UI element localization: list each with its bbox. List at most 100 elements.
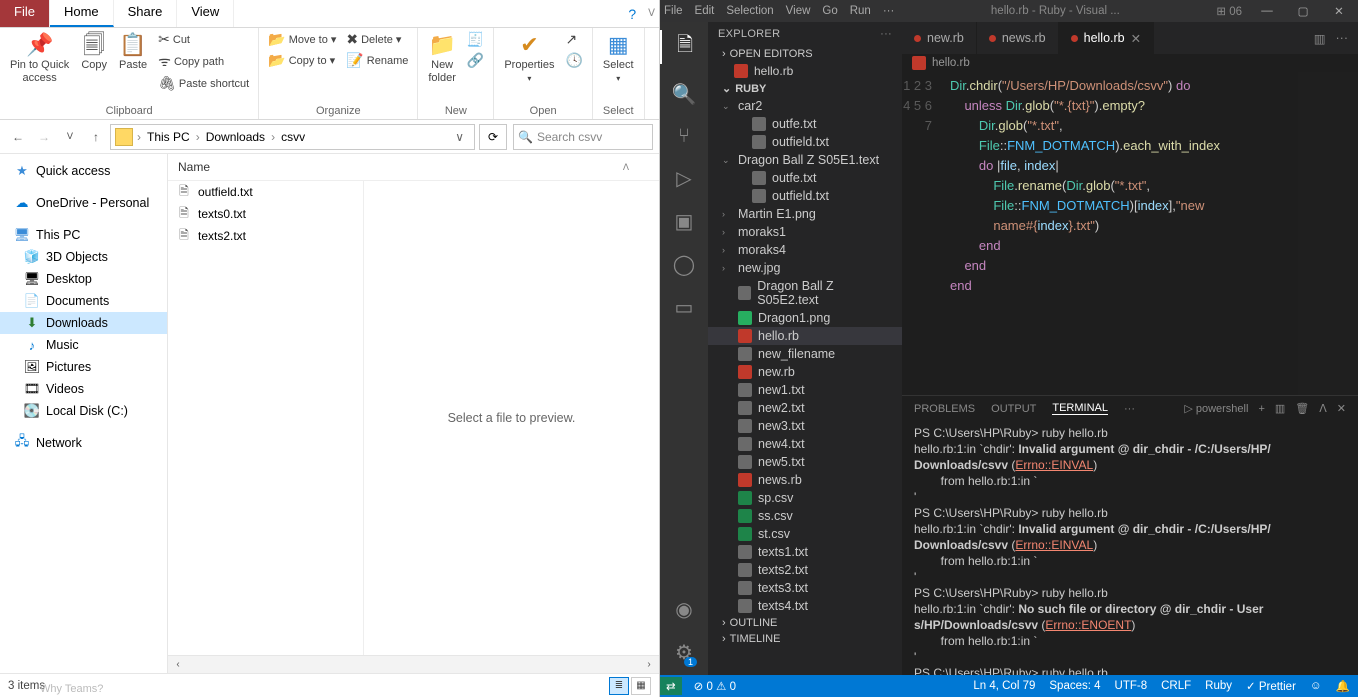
refresh-button[interactable]: ⟳ — [479, 124, 507, 150]
editor-breadcrumb[interactable]: hello.rb — [902, 54, 1358, 72]
editor-tab[interactable]: news.rb — [977, 22, 1059, 54]
tree-item[interactable]: Dragon Ball Z S05E2.text — [708, 277, 902, 309]
tree-item[interactable]: outfield.txt — [708, 133, 902, 151]
menu-item[interactable]: Selection — [726, 5, 773, 17]
activity-scm-icon[interactable]: ⑂ — [678, 125, 690, 148]
status-prettier[interactable]: ✓ Prettier — [1246, 679, 1296, 693]
tab-home[interactable]: Home — [50, 0, 114, 27]
tree-item[interactable]: ⌄Dragon Ball Z S05E1.text — [708, 151, 902, 169]
editor-more-icon[interactable]: ··· — [1336, 31, 1349, 45]
tree-item[interactable]: texts1.txt — [708, 543, 902, 561]
code-editor[interactable]: 1 2 3 4 5 6 7 Dir.chdir("/Users/HP/Downl… — [902, 72, 1358, 395]
tree-item[interactable]: news.rb — [708, 471, 902, 489]
close-button[interactable]: ✕ — [1324, 4, 1354, 18]
status-lncol[interactable]: Ln 4, Col 79 — [973, 679, 1035, 693]
tree-item[interactable]: new3.txt — [708, 417, 902, 435]
tree-item[interactable]: ss.csv — [708, 507, 902, 525]
status-bell-icon[interactable]: 🔔 — [1336, 679, 1350, 693]
nav-pictures[interactable]: 🖼Pictures — [0, 356, 167, 378]
activity-settings-icon[interactable]: ⚙ — [675, 640, 693, 665]
activity-extensions-icon[interactable]: ▣ — [675, 209, 694, 234]
nav-quick-access[interactable]: ★Quick access — [0, 160, 167, 182]
activity-explorer-icon[interactable]: 🗎 — [660, 30, 708, 64]
tree-item[interactable]: outfe.txt — [708, 169, 902, 187]
move-to-button[interactable]: 📂Move to ▾ — [265, 30, 339, 49]
tree-item[interactable]: texts3.txt — [708, 579, 902, 597]
menu-item[interactable]: Go — [822, 5, 837, 17]
activity-search-icon[interactable]: 🔍 — [672, 82, 697, 107]
nav-network[interactable]: 🖧Network — [0, 432, 167, 454]
tree-item[interactable]: hello.rb — [708, 327, 902, 345]
tree-item[interactable]: new5.txt — [708, 453, 902, 471]
copy-path-button[interactable]: ᯤCopy path — [155, 51, 252, 72]
terminal-maximize-icon[interactable]: ᐱ — [1319, 402, 1327, 415]
tree-item[interactable]: sp.csv — [708, 489, 902, 507]
menu-item[interactable]: File — [664, 5, 683, 17]
terminal-trash-icon[interactable]: 🗑 — [1295, 402, 1309, 415]
tab-view[interactable]: View — [177, 0, 234, 27]
breadcrumb-part[interactable]: This PC — [145, 130, 192, 144]
nav-history-dropdown[interactable]: ᐯ — [58, 125, 82, 149]
menu-item[interactable]: ··· — [883, 5, 895, 17]
menu-item[interactable]: Edit — [695, 5, 715, 17]
file-row[interactable]: 🗎texts0.txt — [168, 203, 363, 225]
pin-to-quick-access-button[interactable]: 📌Pin to Quick access — [6, 30, 73, 87]
tree-item[interactable]: outfield.txt — [708, 187, 902, 205]
nav-local-disk[interactable]: 💽Local Disk (C:) — [0, 400, 167, 422]
tree-item[interactable]: ›moraks4 — [708, 241, 902, 259]
search-input[interactable]: 🔍 Search csvv — [513, 124, 653, 150]
status-spaces[interactable]: Spaces: 4 — [1049, 679, 1100, 693]
outline-section[interactable]: ›OUTLINE — [708, 615, 902, 631]
terminal-close-icon[interactable]: ✕ — [1337, 402, 1346, 415]
nav-up-button[interactable]: ↑ — [84, 125, 108, 149]
editor-tab[interactable]: new.rb — [902, 22, 977, 54]
details-view-button[interactable]: ≣ — [609, 677, 629, 695]
rename-button[interactable]: 📝Rename — [343, 51, 411, 70]
status-eol[interactable]: CRLF — [1161, 679, 1191, 693]
nav-back-button[interactable]: ← — [6, 125, 30, 149]
cut-button[interactable]: ✂Cut — [155, 30, 252, 49]
tree-item[interactable]: ›moraks1 — [708, 223, 902, 241]
new-folder-button[interactable]: 📁New folder — [424, 30, 460, 87]
panel-more-icon[interactable]: ··· — [1124, 403, 1135, 415]
paste-button[interactable]: 📋Paste — [115, 30, 151, 74]
activity-debug-icon[interactable]: ▷ — [676, 166, 691, 191]
panel-tab[interactable]: OUTPUT — [991, 403, 1036, 415]
open-editors-section[interactable]: ›OPEN EDITORS — [708, 46, 902, 62]
maximize-button[interactable]: ▢ — [1288, 4, 1318, 18]
tree-item[interactable]: new1.txt — [708, 381, 902, 399]
open-item-button[interactable]: ↗ — [562, 30, 585, 49]
address-dropdown-icon[interactable]: ∨ — [449, 130, 470, 144]
breadcrumb-part[interactable]: csvv — [279, 130, 307, 144]
timeline-section[interactable]: ›TIMELINE — [708, 631, 902, 647]
nav-this-pc[interactable]: 🖥This PC — [0, 224, 167, 246]
status-feedback-icon[interactable]: ☺ — [1310, 679, 1322, 693]
tree-item[interactable]: new2.txt — [708, 399, 902, 417]
tree-item[interactable]: ⌄car2 — [708, 97, 902, 115]
status-encoding[interactable]: UTF-8 — [1115, 679, 1148, 693]
status-remote[interactable]: ⇄ — [660, 677, 682, 695]
nav-documents[interactable]: 📄Documents — [0, 290, 167, 312]
minimize-button[interactable]: — — [1252, 5, 1282, 17]
close-tab-icon[interactable]: ✕ — [1131, 31, 1141, 46]
tree-item[interactable]: new4.txt — [708, 435, 902, 453]
tree-item[interactable]: ›Martin E1.png — [708, 205, 902, 223]
terminal-shell-label[interactable]: ▷ powershell — [1184, 402, 1248, 415]
new-item-button[interactable]: 🧾 — [464, 30, 487, 49]
minimap[interactable] — [1298, 72, 1358, 395]
delete-button[interactable]: ✖Delete ▾ — [343, 30, 411, 49]
tree-item[interactable]: st.csv — [708, 525, 902, 543]
menu-item[interactable]: Run — [850, 5, 871, 17]
nav-forward-button[interactable]: → — [32, 125, 56, 149]
list-header[interactable]: Name ᐱ — [168, 154, 659, 181]
file-row[interactable]: 🗎texts2.txt — [168, 225, 363, 247]
panel-tab[interactable]: PROBLEMS — [914, 403, 975, 415]
menu-item[interactable]: View — [786, 5, 811, 17]
activity-account-icon[interactable]: ◉ — [675, 597, 692, 622]
terminal-output[interactable]: PS C:\Users\HP\Ruby> ruby hello.rbhello.… — [902, 421, 1358, 675]
tree-item[interactable]: ›new.jpg — [708, 259, 902, 277]
nav-downloads[interactable]: ⬇Downloads — [0, 312, 167, 334]
help-icon[interactable]: ? — [628, 6, 636, 22]
code-content[interactable]: Dir.chdir("/Users/HP/Downloads/csvv") do… — [942, 72, 1298, 395]
nav-videos[interactable]: 🎞Videos — [0, 378, 167, 400]
